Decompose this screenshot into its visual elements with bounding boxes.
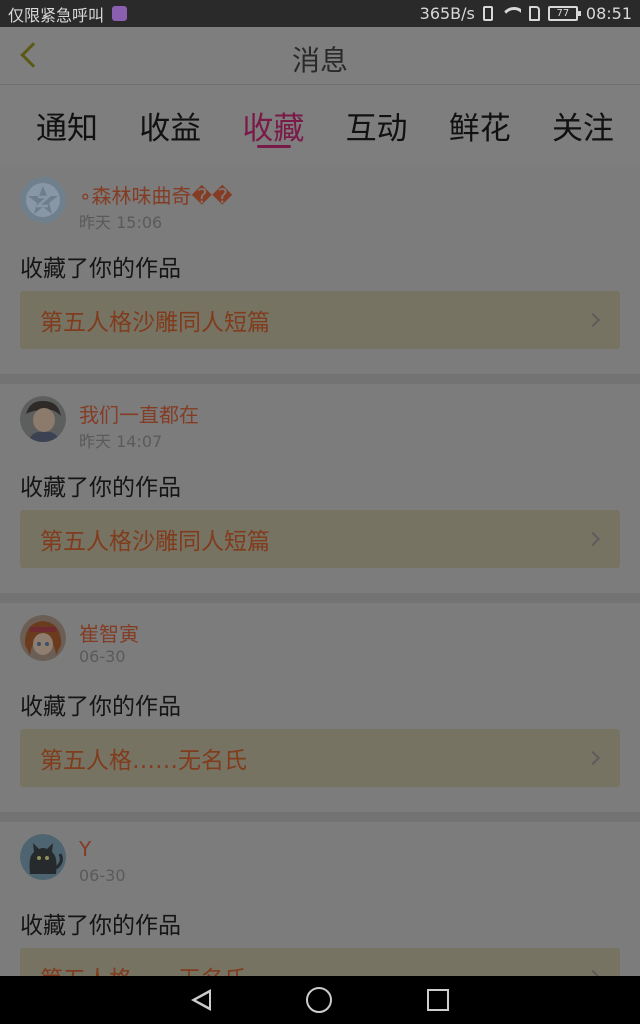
- chevron-right-icon: [585, 312, 601, 328]
- battery-level: 77: [556, 8, 570, 19]
- nav-back-icon[interactable]: [191, 989, 211, 1011]
- default-avatar-icon: [20, 177, 66, 223]
- chevron-right-icon: [585, 531, 601, 547]
- action-text: 收藏了你的作品: [20, 475, 181, 501]
- header: 消息: [0, 27, 640, 85]
- nav-recent-apps-icon[interactable]: [427, 989, 449, 1011]
- page-title: 消息: [291, 44, 348, 77]
- wifi-icon: [501, 7, 521, 21]
- username[interactable]: Y: [79, 837, 91, 861]
- work-link[interactable]: 第五人格……无名氏: [20, 729, 620, 787]
- tab-label: 鲜花: [448, 110, 511, 147]
- tab-label: 互动: [345, 110, 408, 147]
- tab-favorites[interactable]: 收藏: [228, 85, 318, 165]
- work-title: 第五人格……无名氏: [40, 748, 247, 774]
- active-tab-indicator: [257, 145, 292, 148]
- username[interactable]: 我们一直都在: [79, 399, 199, 428]
- system-nav-bar: [0, 976, 640, 1024]
- tab-earnings[interactable]: 收益: [125, 85, 215, 165]
- tab-label: 关注: [551, 110, 614, 147]
- favorites-list: ∘森林味曲奇�� 昨天 15:06 收藏了你的作品 第五人格沙雕同人短篇 我们一…: [0, 165, 640, 1024]
- tab-label: 收藏: [242, 110, 305, 147]
- anime-avatar-icon: [20, 615, 66, 661]
- avatar[interactable]: [20, 615, 66, 661]
- cat-avatar-icon: [20, 834, 66, 880]
- work-title: 第五人格沙雕同人短篇: [40, 529, 270, 555]
- clock: 08:51: [585, 4, 632, 23]
- work-link[interactable]: 第五人格沙雕同人短篇: [20, 510, 620, 568]
- username[interactable]: 崔智寅: [79, 618, 139, 647]
- sim-card-icon: [528, 6, 540, 21]
- username[interactable]: ∘森林味曲奇��: [79, 180, 233, 209]
- timestamp: 06-30: [79, 647, 126, 666]
- timestamp: 06-30: [79, 866, 126, 885]
- gallery-notification-icon: [112, 6, 128, 21]
- chevron-right-icon: [585, 750, 601, 766]
- list-item: 崔智寅 06-30 收藏了你的作品 第五人格……无名氏: [0, 603, 640, 822]
- list-item: 我们一直都在 昨天 14:07 收藏了你的作品 第五人格沙雕同人短篇: [0, 384, 640, 603]
- vibrate-icon: [482, 6, 493, 21]
- nav-home-icon[interactable]: [306, 987, 332, 1013]
- work-title: 第五人格沙雕同人短篇: [40, 310, 270, 336]
- timestamp: 昨天 14:07: [79, 432, 163, 451]
- tab-label: 通知: [36, 110, 98, 147]
- tab-notifications[interactable]: 通知: [22, 85, 112, 165]
- tab-bar: 通知 收益 收藏 互动 鲜花 关注: [0, 85, 640, 165]
- net-speed: 365B/s: [419, 4, 475, 23]
- action-text: 收藏了你的作品: [20, 694, 181, 720]
- user-photo-icon: [20, 396, 66, 442]
- battery-icon: 77: [547, 6, 581, 21]
- avatar[interactable]: [20, 396, 66, 442]
- action-text: 收藏了你的作品: [20, 256, 181, 282]
- avatar[interactable]: [20, 177, 66, 223]
- tab-interactions[interactable]: 互动: [332, 85, 422, 165]
- timestamp: 昨天 15:06: [79, 213, 163, 232]
- list-item: ∘森林味曲奇�� 昨天 15:06 收藏了你的作品 第五人格沙雕同人短篇: [0, 165, 640, 384]
- action-text: 收藏了你的作品: [20, 913, 181, 939]
- status-bar: 仅限紧急呼叫 365B/s 77 08:51: [0, 0, 640, 27]
- tab-label: 收益: [139, 110, 202, 147]
- tab-flowers[interactable]: 鲜花: [435, 85, 525, 165]
- tab-following[interactable]: 关注: [538, 85, 628, 165]
- app-screen: 仅限紧急呼叫 365B/s 77 08:51 消息 通知 收益 收藏 互动 鲜花…: [0, 0, 640, 1024]
- carrier-text: 仅限紧急呼叫: [8, 5, 105, 25]
- avatar[interactable]: [20, 834, 66, 880]
- work-link[interactable]: 第五人格沙雕同人短篇: [20, 291, 620, 349]
